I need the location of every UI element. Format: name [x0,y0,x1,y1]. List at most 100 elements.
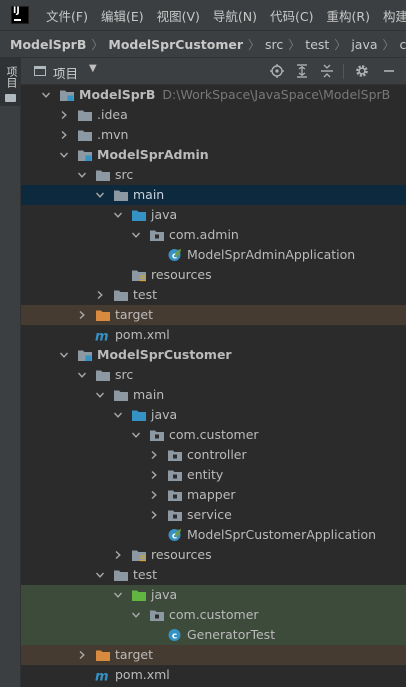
chevron-down-icon[interactable] [114,211,122,219]
tree-item-text: .mvn [97,127,129,142]
tree-row[interactable]: com.customer [21,605,406,625]
chevron-down-icon[interactable] [132,611,140,619]
tree-row[interactable]: java [21,205,406,225]
tree-row[interactable]: com.admin [21,225,406,245]
tree-item-label: main [133,187,164,202]
tree-item-text: src [115,167,134,182]
excluded-folder-icon [95,308,111,322]
tree-row[interactable]: entity [21,465,406,485]
chevron-down-icon[interactable] [42,91,50,99]
tree-row[interactable]: ModelSprAdmin [21,145,406,165]
chevron-right-icon[interactable] [150,491,158,499]
maven-pom-icon: m [95,668,111,685]
chevron-right-icon[interactable] [150,511,158,519]
project-tool-tab[interactable]: 项目 [0,58,20,106]
tree-row[interactable]: main [21,185,406,205]
package-icon [149,428,165,442]
tree-row[interactable]: m pom.xml [21,665,406,685]
gear-icon[interactable] [354,63,370,79]
tree-row[interactable]: .mvn [21,125,406,145]
tree-row[interactable]: c GeneratorTest [21,625,406,645]
breadcrumb-separator-icon: 〉 [248,37,261,52]
chevron-right-icon[interactable] [78,651,86,659]
chevron-right-icon[interactable] [78,311,86,319]
locate-file-icon[interactable] [269,63,285,79]
chevron-down-icon[interactable] [96,391,104,399]
tree-item-text: java [151,207,178,222]
chevron-down-icon[interactable] [60,351,68,359]
intellij-logo-icon[interactable] [11,6,29,24]
tree-item-label: java [151,207,177,222]
tree-row[interactable]: test [21,285,406,305]
menu-item[interactable]: 导航(N) [213,6,257,25]
menu-item[interactable]: 文件(F) [46,6,88,25]
tree-item-label: pom.xml [115,667,170,682]
breadcrumb-item[interactable]: src [265,37,283,52]
collapse-all-icon[interactable] [319,63,335,79]
tree-row[interactable]: ModelSprCustomer [21,345,406,365]
menu-item[interactable]: 重构(R) [327,6,370,25]
view-selector-dropdown-icon[interactable]: ▼ [89,63,97,74]
tree-row[interactable]: resources [21,545,406,565]
left-tool-strip: 项目 [0,58,21,687]
chevron-right-icon[interactable] [96,291,104,299]
tree-item-label: main [133,387,164,402]
chevron-down-icon[interactable] [78,171,86,179]
expand-all-icon[interactable] [294,63,310,79]
tree-row[interactable]: service [21,505,406,525]
breadcrumb-item[interactable]: com [400,37,406,52]
tree-item-label: test [133,567,157,582]
chevron-down-icon[interactable] [132,431,140,439]
tree-row[interactable]: test [21,565,406,585]
tree-row[interactable]: target [21,305,406,325]
project-tree: ModelSprB D:\WorkSpace\JavaSpace\ModelSpr… [21,85,406,687]
breadcrumb-item[interactable]: ModelSprB [10,37,86,52]
tree-row[interactable]: c ModelSprAdminApplication [21,245,406,265]
tree-row[interactable]: java [21,585,406,605]
breadcrumb-item[interactable]: java [351,37,377,52]
project-tool-tab-label: 项目 [5,66,18,88]
chevron-down-icon[interactable] [132,231,140,239]
tree-row[interactable]: src [21,165,406,185]
tree-row[interactable]: mapper [21,485,406,505]
menu-item[interactable]: 代码(C) [270,6,313,25]
chevron-right-icon[interactable] [60,131,68,139]
header-divider [343,64,344,79]
tree-row[interactable]: ModelSprB D:\WorkSpace\JavaSpace\ModelSpr… [21,85,406,105]
menu-item[interactable]: 编辑(E) [101,6,144,25]
breadcrumb-item[interactable]: test [305,37,329,52]
menu-item[interactable]: 视图(V) [157,6,200,25]
chevron-down-icon[interactable] [114,591,122,599]
chevron-down-icon[interactable] [60,151,68,159]
chevron-down-icon[interactable] [96,571,104,579]
tree-row[interactable]: resources [21,265,406,285]
chevron-down-icon[interactable] [78,371,86,379]
tree-item-label: pom.xml [115,327,170,342]
chevron-down-icon[interactable] [96,191,104,199]
chevron-right-icon[interactable] [60,111,68,119]
project-panel-title[interactable]: 项目 [53,63,78,82]
chevron-right-icon[interactable] [150,451,158,459]
chevron-right-icon[interactable] [114,551,122,559]
chevron-right-icon[interactable] [150,471,158,479]
tree-row[interactable]: m pom.xml [21,325,406,345]
folder-icon [113,288,129,302]
tree-row[interactable]: controller [21,445,406,465]
breadcrumb-item[interactable]: ModelSprCustomer [108,37,243,52]
tree-row[interactable]: target [21,645,406,665]
tree-item-text: mapper [187,487,236,502]
tree-row[interactable]: com.customer [21,425,406,445]
package-icon [167,508,183,522]
tree-row[interactable]: src [21,365,406,385]
tree-row[interactable]: c ModelSprCustomerApplication [21,525,406,545]
tree-row[interactable]: .idea [21,105,406,125]
resources-folder-icon [131,548,147,562]
hide-panel-icon[interactable] [381,63,397,79]
tree-row[interactable]: java [21,405,406,425]
tree-row[interactable]: main [21,385,406,405]
menu-item[interactable]: 构建(B) [383,6,406,25]
tree-item-label: resources [151,547,212,562]
package-icon [167,448,183,462]
chevron-down-icon[interactable] [114,411,122,419]
tree-item-label: com.admin [169,227,239,242]
